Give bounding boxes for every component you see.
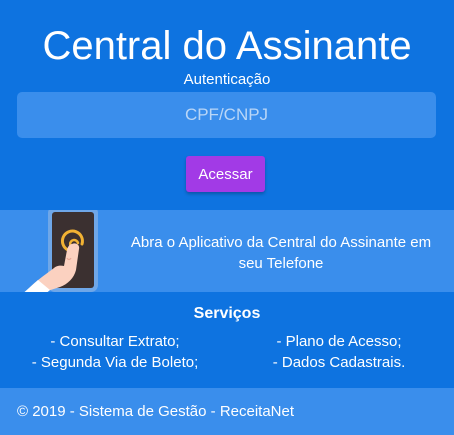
- app-promo-banner[interactable]: Abra o Aplicativo da Central do Assinant…: [0, 210, 454, 292]
- auth-subtitle: Autenticação: [183, 71, 271, 88]
- footer: © 2019 - Sistema de Gestão - ReceitaNet: [0, 388, 454, 435]
- services-title: Serviços: [193, 305, 261, 322]
- cpf-cnpj-input[interactable]: [17, 92, 436, 138]
- page-title: Central do Assinante: [42, 24, 412, 68]
- tap-phone-icon: [24, 210, 98, 292]
- service-consultar-extrato: - Consultar Extrato;: [50, 333, 180, 350]
- acessar-button[interactable]: Acessar: [186, 156, 265, 192]
- service-segunda-via-boleto: - Segunda Via de Boleto;: [31, 354, 199, 371]
- footer-copyright: © 2019 - Sistema de Gestão - ReceitaNet: [17, 403, 295, 420]
- service-plano-de-acesso: - Plano de Acesso;: [276, 333, 402, 350]
- service-dados-cadastrais: - Dados Cadastrais.: [272, 354, 406, 371]
- services-section: Serviços - Consultar Extrato; - Plano de…: [0, 292, 454, 388]
- app-promo-text: Abra o Aplicativo da Central do Assinant…: [130, 234, 432, 272]
- login-header: Central do Assinante Autenticação Acessa…: [0, 0, 454, 210]
